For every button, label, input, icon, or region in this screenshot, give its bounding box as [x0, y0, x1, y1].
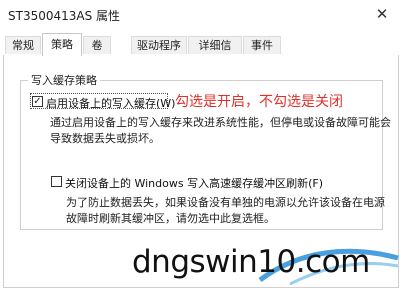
close-button[interactable]: ✕ — [362, 0, 402, 28]
disable-buffer-flush-checkbox[interactable] — [51, 176, 62, 187]
annotation-text: 勾选是开启，不勾选是关闭 — [175, 94, 343, 110]
tab-policies[interactable]: 策略 — [42, 33, 82, 56]
tab-details[interactable]: 详细信息 — [188, 36, 242, 70]
watermark-text: dngswin10.com — [132, 244, 370, 280]
check-icon: ✓ — [33, 96, 42, 107]
option2-description: 为了防止数据丢失，如果设备没有单独的电源以允许该设备在电源 故障时刷新其缓冲区，… — [66, 195, 385, 227]
option2-description-line: 故障时刷新其缓冲区，请勿选中此复选框。 — [66, 212, 275, 225]
disable-buffer-flush-label[interactable]: 关闭设备上的 Windows 写入高速缓存缓冲区刷新(F) — [65, 175, 323, 191]
enable-write-cache-label[interactable]: 启用设备上的写入缓存(W) — [46, 95, 175, 111]
option1-description: 通过启用设备上的写入缓存来改进系统性能，但停电或设备故障可能会 导致数据丢失或损… — [50, 115, 391, 147]
option2-description-line: 为了防止数据丢失，如果设备没有单独的电源以允许该设备在电源 — [66, 196, 385, 209]
window-title: ST3500413AS 属性 — [8, 9, 121, 23]
tab-events[interactable]: 事件 — [243, 36, 281, 54]
title-bar: ST3500413AS 属性 ✕ — [0, 0, 402, 30]
option1-description-line: 导致数据丢失或损坏。 — [50, 132, 160, 145]
tab-general[interactable]: 常规 — [5, 36, 41, 54]
close-icon: ✕ — [375, 5, 389, 23]
tab-strip: 常规 策略 卷 驱动程序 详细信息 事件 — [3, 33, 399, 70]
enable-write-cache-checkbox[interactable]: ✓ — [32, 96, 43, 107]
group-title: 写入缓存策略 — [28, 72, 100, 88]
option1-description-line: 通过启用设备上的写入缓存来改进系统性能，但停电或设备故障可能会 — [50, 116, 391, 129]
tab-volumes[interactable]: 卷 — [83, 36, 111, 54]
tab-driver[interactable]: 驱动程序 — [131, 36, 187, 54]
